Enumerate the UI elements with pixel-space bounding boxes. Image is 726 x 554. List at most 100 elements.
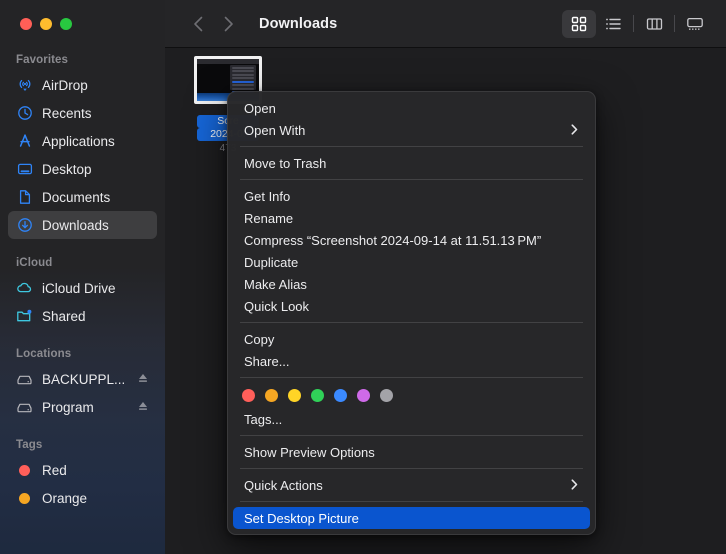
sidebar-item-label: Recents bbox=[42, 105, 92, 121]
minimize-button[interactable] bbox=[40, 18, 52, 30]
menu-item-set-desktop-picture[interactable]: Set Desktop Picture bbox=[233, 507, 590, 529]
menu-item-tags[interactable]: Tags... bbox=[233, 408, 590, 430]
sidebar-item-label: Orange bbox=[42, 490, 88, 506]
close-button[interactable] bbox=[20, 18, 32, 30]
menu-item-label: Quick Look bbox=[244, 298, 310, 314]
sidebar-item-label: Red bbox=[42, 462, 67, 478]
menu-item-copy[interactable]: Copy bbox=[233, 328, 590, 350]
menu-item-duplicate[interactable]: Duplicate bbox=[233, 251, 590, 273]
menu-item-label: Duplicate bbox=[244, 254, 299, 270]
tag-color-row[interactable] bbox=[228, 383, 595, 407]
tag-dot-icon bbox=[16, 490, 33, 507]
eject-icon[interactable] bbox=[137, 372, 149, 387]
sidebar-item-label: BACKUPPL... bbox=[42, 371, 126, 387]
tag-swatch-1[interactable] bbox=[265, 388, 278, 402]
airdrop-icon bbox=[16, 77, 33, 94]
eject-icon[interactable] bbox=[137, 400, 149, 415]
menu-separator bbox=[240, 146, 583, 147]
sidebar-item-label: Program bbox=[42, 399, 94, 415]
menu-item-quick-actions[interactable]: Quick Actions bbox=[233, 474, 590, 496]
tag-color-dot bbox=[19, 464, 30, 476]
menu-item-label: Get Info bbox=[244, 188, 291, 204]
menu-separator bbox=[240, 435, 583, 436]
sidebar-item-label: Desktop bbox=[42, 161, 92, 177]
menu-item-label: Open bbox=[244, 100, 276, 116]
tag-color-dot bbox=[19, 492, 30, 504]
menu-item-show-preview-options[interactable]: Show Preview Options bbox=[233, 441, 590, 463]
chevron-right-icon bbox=[571, 478, 581, 492]
column-view-button[interactable] bbox=[637, 10, 671, 38]
tag-swatch-6[interactable] bbox=[380, 388, 393, 402]
page-title: Downloads bbox=[259, 15, 338, 32]
menu-separator bbox=[240, 377, 583, 378]
sidebar-section-tags: Tags bbox=[16, 439, 43, 451]
forward-button[interactable] bbox=[213, 9, 243, 39]
tag-swatch-2[interactable] bbox=[288, 388, 301, 402]
menu-item-open[interactable]: Open bbox=[233, 97, 590, 119]
tag-swatch-3[interactable] bbox=[311, 388, 324, 402]
menu-item-label: Share... bbox=[244, 353, 290, 369]
menu-item-make-alias[interactable]: Make Alias bbox=[233, 273, 590, 295]
menu-item-label: Make Alias bbox=[244, 276, 307, 292]
menu-item-label: Compress “Screenshot 2024-09-14 at 11.51… bbox=[244, 232, 542, 248]
menu-item-get-info[interactable]: Get Info bbox=[233, 185, 590, 207]
zoom-button[interactable] bbox=[60, 18, 72, 30]
sidebar-item-label: Shared bbox=[42, 308, 86, 324]
applications-icon bbox=[16, 133, 33, 150]
menu-separator bbox=[240, 468, 583, 469]
icon-view-button[interactable] bbox=[562, 9, 596, 38]
sidebar-item-desktop[interactable]: Desktop bbox=[8, 155, 157, 183]
sidebar-item-label: Downloads bbox=[42, 217, 109, 233]
view-separator-2 bbox=[674, 15, 675, 32]
drive-icon bbox=[16, 399, 33, 416]
toolbar: Downloads bbox=[165, 0, 726, 48]
sidebar-item-orange[interactable]: Orange bbox=[8, 484, 157, 512]
gallery-view-button[interactable] bbox=[678, 10, 712, 38]
menu-separator bbox=[240, 501, 583, 502]
sidebar-item-airdrop[interactable]: AirDrop bbox=[8, 71, 157, 99]
menu-item-open-with[interactable]: Open With bbox=[233, 119, 590, 141]
context-menu[interactable]: Open Open With Move to Trash Get Info Rename… bbox=[227, 91, 596, 535]
sidebar-item-red[interactable]: Red bbox=[8, 456, 157, 484]
sidebar-item-documents[interactable]: Documents bbox=[8, 183, 157, 211]
preview-menu bbox=[230, 65, 256, 93]
download-icon bbox=[16, 217, 33, 234]
list-view-button[interactable] bbox=[596, 10, 630, 38]
sidebar-sections: Favorites AirDrop Recents Applications Deskt… bbox=[0, 48, 165, 512]
tag-swatch-0[interactable] bbox=[242, 388, 255, 402]
sidebar-item-program[interactable]: Program bbox=[8, 393, 157, 421]
menu-item-share[interactable]: Share... bbox=[233, 350, 590, 372]
menu-separator bbox=[240, 179, 583, 180]
view-separator bbox=[633, 15, 634, 32]
menu-item-label: Quick Actions bbox=[244, 477, 323, 493]
sidebar-item-applications[interactable]: Applications bbox=[8, 127, 157, 155]
window-controls bbox=[0, 0, 165, 48]
menu-item-move-to-trash[interactable]: Move to Trash bbox=[233, 152, 590, 174]
sidebar-item-shared[interactable]: Shared bbox=[8, 302, 157, 330]
sidebar-item-recents[interactable]: Recents bbox=[8, 99, 157, 127]
menu-item-label: Copy bbox=[244, 331, 275, 347]
menu-item-label: Rename bbox=[244, 210, 294, 226]
preview-titlebar bbox=[197, 59, 259, 64]
menu-item-compress-screenshot-2024-09-14-at-11-51-[interactable]: Compress “Screenshot 2024-09-14 at 11.51… bbox=[233, 229, 590, 251]
sidebar-item-downloads[interactable]: Downloads bbox=[8, 211, 157, 239]
menu-item-rename[interactable]: Rename bbox=[233, 207, 590, 229]
menu-item-label: Show Preview Options bbox=[244, 444, 375, 460]
sidebar-item-label: Documents bbox=[42, 189, 111, 205]
sidebar-item-label: Applications bbox=[42, 133, 115, 149]
menu-item-label: Move to Trash bbox=[244, 155, 327, 171]
sidebar-item-icloud-drive[interactable]: iCloud Drive bbox=[8, 274, 157, 302]
sidebar-item-label: AirDrop bbox=[42, 77, 88, 93]
shared-folder-icon bbox=[16, 308, 33, 325]
clock-icon bbox=[16, 105, 33, 122]
menu-item-label: Open With bbox=[244, 122, 306, 138]
menu-item-quick-look[interactable]: Quick Look bbox=[233, 295, 590, 317]
sidebar-section-icloud: iCloud bbox=[16, 257, 53, 269]
tag-swatch-4[interactable] bbox=[334, 388, 347, 402]
tag-swatch-5[interactable] bbox=[357, 388, 370, 402]
sidebar-item-backuppl[interactable]: BACKUPPL... bbox=[8, 365, 157, 393]
back-button[interactable] bbox=[183, 9, 213, 39]
view-mode-group bbox=[562, 9, 712, 38]
